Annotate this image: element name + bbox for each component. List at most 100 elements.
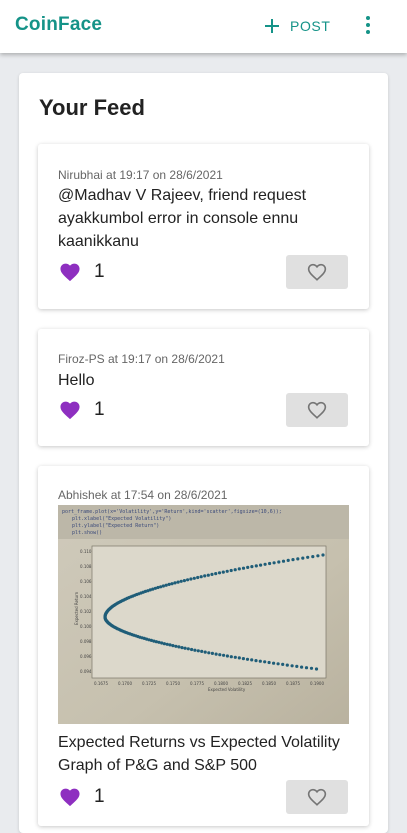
- post-text: Expected Returns vs Expected Volatility …: [58, 734, 340, 774]
- frontier-point: [258, 659, 262, 663]
- frontier-point: [281, 662, 285, 666]
- code-line: port_frame.plot(x='Volatility',y='Return…: [62, 509, 282, 515]
- frontier-point: [200, 649, 204, 653]
- frontier-point: [321, 553, 325, 557]
- app-bar: CoinFace POST: [0, 0, 407, 53]
- post-button-label: POST: [290, 18, 331, 34]
- frontier-point: [157, 640, 161, 644]
- frontier-point: [268, 561, 272, 566]
- frontier-point: [165, 642, 169, 646]
- frontier-point: [241, 657, 245, 661]
- frontier-point: [237, 567, 241, 571]
- code-line: plt.show(): [72, 530, 102, 536]
- frontier-point: [306, 555, 310, 559]
- frontier-point: [241, 566, 246, 570]
- image-y-tick: 0.104: [80, 594, 92, 599]
- frontier-point: [286, 558, 290, 562]
- frontier-point: [246, 565, 250, 569]
- frontier-point: [217, 571, 222, 575]
- plus-icon: [265, 19, 279, 33]
- brand-logo[interactable]: CoinFace: [15, 14, 102, 36]
- frontier-point: [210, 572, 214, 576]
- frontier-point: [162, 642, 166, 646]
- image-y-tick: 0.094: [80, 669, 92, 674]
- frontier-point: [295, 664, 299, 668]
- frontier-point: [214, 572, 218, 576]
- frontier-point: [245, 657, 250, 661]
- post-text: @Madhav V Rajeev, friend request ayakkum…: [58, 187, 307, 250]
- frontier-point: [304, 666, 309, 670]
- post-meta: Firoz-PS at 19:17 on 28/6/2021: [58, 352, 225, 366]
- image-x-tick: 0.1700: [118, 681, 132, 686]
- frontier-point: [254, 659, 258, 663]
- frontier-point: [259, 563, 263, 567]
- image-x-tick: 0.1675: [94, 681, 108, 686]
- image-y-tick: 0.106: [80, 579, 92, 584]
- post-meta: Abhishek at 17:54 on 28/6/2021: [58, 488, 228, 502]
- image-y-tick: 0.100: [80, 624, 92, 629]
- post-card: Nirubhai at 19:17 on 28/6/2021 @Madhav V…: [38, 144, 369, 309]
- frontier-point: [189, 577, 193, 581]
- frontier-point: [199, 575, 203, 579]
- frontier-point: [168, 643, 172, 647]
- frontier-point: [190, 647, 194, 652]
- frontier-point: [250, 565, 254, 569]
- heart-filled-icon: [60, 263, 80, 282]
- frontier-point: [250, 658, 254, 662]
- frontier-point: [214, 652, 218, 656]
- frontier-point: [203, 574, 207, 578]
- frontier-point: [192, 576, 196, 580]
- like-count: 1: [94, 786, 105, 807]
- frontier-point: [277, 560, 281, 564]
- heart-outline-icon: [307, 788, 327, 806]
- image-x-label: Expected Volatility: [208, 687, 246, 692]
- like-button[interactable]: [286, 780, 348, 814]
- frontier-point: [218, 653, 222, 657]
- frontier-point: [263, 562, 267, 566]
- image-y-tick: 0.102: [80, 609, 92, 614]
- code-line: plt.xlabel("Expected Volatility"): [72, 516, 171, 522]
- frontier-point: [170, 582, 174, 586]
- image-y-tick: 0.110: [80, 549, 92, 554]
- frontier-point: [311, 555, 315, 559]
- frontier-point: [285, 663, 289, 667]
- frontier-point: [254, 564, 258, 568]
- frontier-point: [225, 569, 229, 573]
- new-post-button[interactable]: POST: [264, 14, 331, 38]
- frontier-point: [281, 559, 286, 563]
- post-text: Hello: [58, 372, 95, 389]
- feed-panel: Your Feed Nirubhai at 19:17 on 28/6/2021…: [19, 73, 388, 833]
- image-x-tick: 0.1850: [262, 681, 276, 686]
- frontier-point: [229, 655, 233, 659]
- post-image[interactable]: port_frame.plot(x='Volatility',y='Return…: [58, 505, 349, 724]
- frontier-point: [316, 554, 320, 558]
- heart-filled-icon: [60, 788, 80, 807]
- frontier-point: [309, 666, 314, 670]
- image-y-label: Expected Return: [74, 591, 79, 625]
- frontier-point: [225, 654, 229, 658]
- image-x-tick: 0.1750: [166, 681, 180, 686]
- heart-filled-icon: [60, 401, 80, 420]
- frontier-point: [291, 558, 295, 562]
- frontier-point: [300, 665, 304, 669]
- heart-outline-icon: [307, 263, 327, 281]
- frontier-point: [233, 568, 237, 572]
- frontier-point: [233, 655, 237, 659]
- frontier-point: [176, 580, 180, 584]
- frontier-point: [196, 649, 200, 653]
- frontier-point: [267, 660, 271, 665]
- frontier-point: [237, 656, 241, 660]
- like-button[interactable]: [286, 393, 348, 427]
- like-count: 1: [94, 399, 105, 420]
- like-count: 1: [94, 261, 105, 282]
- page-title: Your Feed: [39, 95, 145, 120]
- frontier-point: [174, 644, 178, 648]
- frontier-point: [186, 578, 190, 582]
- code-line: plt.ylabel("Expected Return"): [72, 523, 159, 529]
- like-button[interactable]: [286, 255, 348, 289]
- frontier-point: [182, 579, 186, 583]
- more-options-icon[interactable]: [361, 16, 375, 38]
- image-x-tick: 0.1800: [214, 681, 228, 686]
- frontier-point: [206, 573, 210, 577]
- frontier-point: [164, 583, 168, 587]
